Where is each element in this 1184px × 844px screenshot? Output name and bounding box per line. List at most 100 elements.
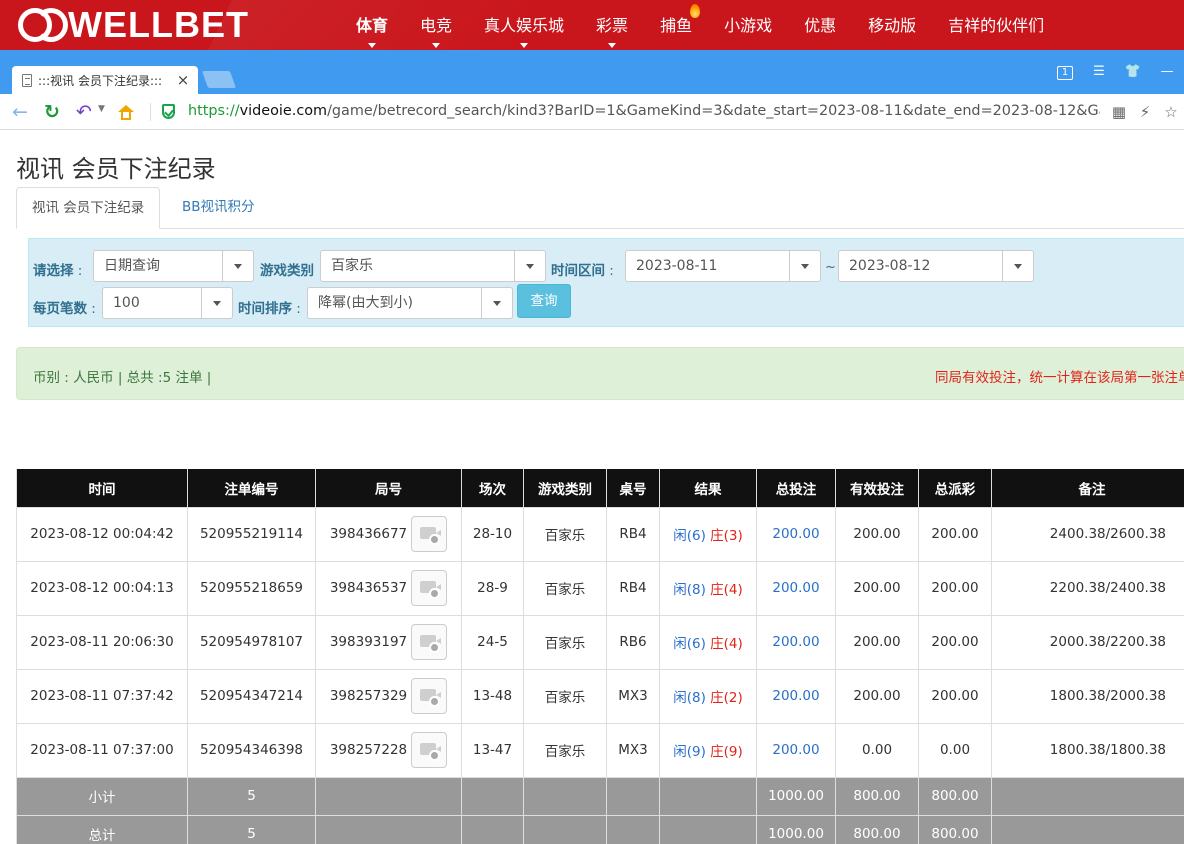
round-cell: 398436537 bbox=[315, 560, 462, 616]
tab-video-bet-records[interactable]: 视讯 会员下注纪录 bbox=[16, 187, 161, 229]
page-size-select[interactable]: 100 bbox=[102, 287, 233, 319]
nav-item-2[interactable]: 真人娱乐城 bbox=[468, 0, 580, 50]
video-replay-icon[interactable] bbox=[411, 516, 448, 552]
remark: 2400.38/2600.38 bbox=[991, 506, 1184, 562]
site-logo[interactable]: WELLBET bbox=[14, 7, 249, 43]
close-icon[interactable]: × bbox=[174, 71, 192, 89]
undo-icon[interactable]: ↶ bbox=[72, 100, 96, 124]
total-bet-link[interactable]: 200.00 bbox=[756, 668, 836, 724]
skin-icon[interactable]: 👕 bbox=[1116, 63, 1150, 81]
game-type: 百家乐 bbox=[523, 668, 607, 724]
empty-cell bbox=[315, 814, 462, 844]
query-button[interactable]: 查询 bbox=[517, 284, 571, 318]
lightning-icon[interactable]: ⚡ bbox=[1132, 102, 1158, 122]
qr-code-icon[interactable]: ▦ bbox=[1106, 102, 1132, 122]
fire-icon bbox=[690, 4, 701, 18]
result-cell: 闲(6) 庄(3) bbox=[659, 506, 757, 562]
tab-bb-video-points[interactable]: BB视讯积分 bbox=[167, 187, 270, 229]
nav-item-6[interactable]: 优惠 bbox=[788, 0, 852, 50]
column-header: 游戏类别 bbox=[523, 469, 607, 508]
empty-cell bbox=[606, 814, 660, 844]
video-replay-icon[interactable] bbox=[411, 624, 448, 660]
nav-item-8[interactable]: 吉祥的伙伴们 bbox=[932, 0, 1060, 50]
round-number: 398436677 bbox=[329, 526, 408, 542]
nav-item-label: 优惠 bbox=[804, 16, 837, 35]
table-row: 2023-08-12 00:04:42 520955219114 398436677… bbox=[16, 506, 1184, 562]
round-cell: 398257329 bbox=[315, 668, 462, 724]
filter-panel: 请选择 : 日期查询 游戏类别 百家乐 时间区间 : 2023-08-11 ~ … bbox=[28, 238, 1184, 327]
star-icon[interactable]: ☆ bbox=[1158, 102, 1184, 122]
total-payout: 800.00 bbox=[918, 776, 992, 816]
home-icon[interactable] bbox=[114, 100, 138, 124]
player-result: 闲(8) bbox=[673, 690, 706, 706]
reload-icon[interactable]: ↻ bbox=[40, 100, 64, 124]
column-header: 备注 bbox=[991, 469, 1184, 508]
total-bet-link[interactable]: 200.00 bbox=[756, 506, 836, 562]
logo-text: WELLBET bbox=[68, 4, 249, 45]
tab-count-icon[interactable]: 1 bbox=[1048, 63, 1082, 81]
empty-cell bbox=[523, 776, 607, 816]
chevron-down-icon bbox=[1002, 251, 1033, 281]
chevron-down-icon bbox=[201, 288, 232, 318]
table-number: MX3 bbox=[606, 722, 660, 778]
back-arrow-icon[interactable]: ← bbox=[8, 100, 32, 124]
player-result: 闲(9) bbox=[673, 744, 706, 760]
nav-item-3[interactable]: 彩票 bbox=[580, 0, 644, 50]
round-cell: 398436677 bbox=[315, 506, 462, 562]
menu-icon[interactable]: ☰ bbox=[1082, 63, 1116, 81]
minimize-icon[interactable]: — bbox=[1150, 63, 1184, 81]
nav-item-label: 小游戏 bbox=[724, 16, 773, 35]
empty-cell bbox=[523, 814, 607, 844]
bet-time: 2023-08-11 07:37:00 bbox=[16, 722, 188, 778]
total-bet-link[interactable]: 200.00 bbox=[756, 560, 836, 616]
divider bbox=[150, 103, 151, 121]
nav-item-1[interactable]: 电竞 bbox=[404, 0, 468, 50]
browser-tab[interactable]: :::视讯 会员下注纪录::: × bbox=[12, 66, 198, 94]
summary-notice: 同局有效投注，统一计算在该局第一张注单 bbox=[935, 370, 1184, 386]
start-date-select[interactable]: 2023-08-11 bbox=[625, 250, 821, 282]
video-replay-icon[interactable] bbox=[411, 678, 448, 714]
new-tab-button[interactable] bbox=[201, 71, 237, 88]
total-bet-link[interactable]: 200.00 bbox=[756, 722, 836, 778]
nav-item-7[interactable]: 移动版 bbox=[852, 0, 932, 50]
game-type-select[interactable]: 百家乐 bbox=[320, 250, 546, 282]
bet-time: 2023-08-11 20:06:30 bbox=[16, 614, 188, 670]
round-cell: 398257228 bbox=[315, 722, 462, 778]
browser-tab-title: :::视讯 会员下注纪录::: bbox=[38, 73, 163, 88]
query-mode-select[interactable]: 日期查询 bbox=[93, 250, 254, 282]
remark: 1800.38/1800.38 bbox=[991, 722, 1184, 778]
video-replay-icon[interactable] bbox=[411, 732, 448, 768]
total-count: 5 bbox=[187, 776, 316, 816]
chevron-down-icon bbox=[222, 251, 253, 281]
page-content: 视讯 会员下注纪录 视讯 会员下注纪录 BB视讯积分 请选择 : 日期查询 游戏… bbox=[0, 131, 1184, 844]
nav-item-5[interactable]: 小游戏 bbox=[708, 0, 788, 50]
chevron-down-icon bbox=[514, 251, 545, 281]
time-sort-select[interactable]: 降幂(由大到小) bbox=[307, 287, 513, 319]
nav-item-4[interactable]: 捕鱼 bbox=[644, 0, 708, 50]
valid-bet: 200.00 bbox=[835, 668, 919, 724]
column-header: 注单编号 bbox=[187, 469, 316, 508]
session: 28-9 bbox=[461, 560, 524, 616]
player-result: 闲(6) bbox=[673, 636, 706, 652]
security-shield-icon[interactable] bbox=[162, 104, 175, 119]
undo-dropdown-icon[interactable]: ▼ bbox=[98, 104, 105, 114]
end-date-select[interactable]: 2023-08-12 bbox=[838, 250, 1034, 282]
table-number: MX3 bbox=[606, 668, 660, 724]
url-input[interactable]: https://videoie.com/game/betrecord_searc… bbox=[188, 103, 1100, 119]
address-bar-tools: ▦ ⚡ ☆ bbox=[1106, 102, 1184, 122]
game-type: 百家乐 bbox=[523, 614, 607, 670]
empty-cell bbox=[659, 814, 757, 844]
payout: 200.00 bbox=[918, 506, 992, 562]
result-cell: 闲(9) 庄(9) bbox=[659, 722, 757, 778]
round-cell: 398393197 bbox=[315, 614, 462, 670]
banker-result: 庄(4) bbox=[710, 636, 743, 652]
total-bet-link[interactable]: 200.00 bbox=[756, 614, 836, 670]
empty-cell bbox=[315, 776, 462, 816]
video-replay-icon[interactable] bbox=[411, 570, 448, 606]
bet-time: 2023-08-12 00:04:13 bbox=[16, 560, 188, 616]
banker-result: 庄(2) bbox=[710, 690, 743, 706]
summary-alert: 币别 : 人民币 | 总共 :5 注单 | 同局有效投注，统一计算在该局第一张注… bbox=[16, 347, 1184, 400]
total-bet: 1000.00 bbox=[756, 776, 836, 816]
nav-item-0[interactable]: 体育 bbox=[340, 0, 404, 50]
column-header: 总投注 bbox=[756, 469, 836, 508]
